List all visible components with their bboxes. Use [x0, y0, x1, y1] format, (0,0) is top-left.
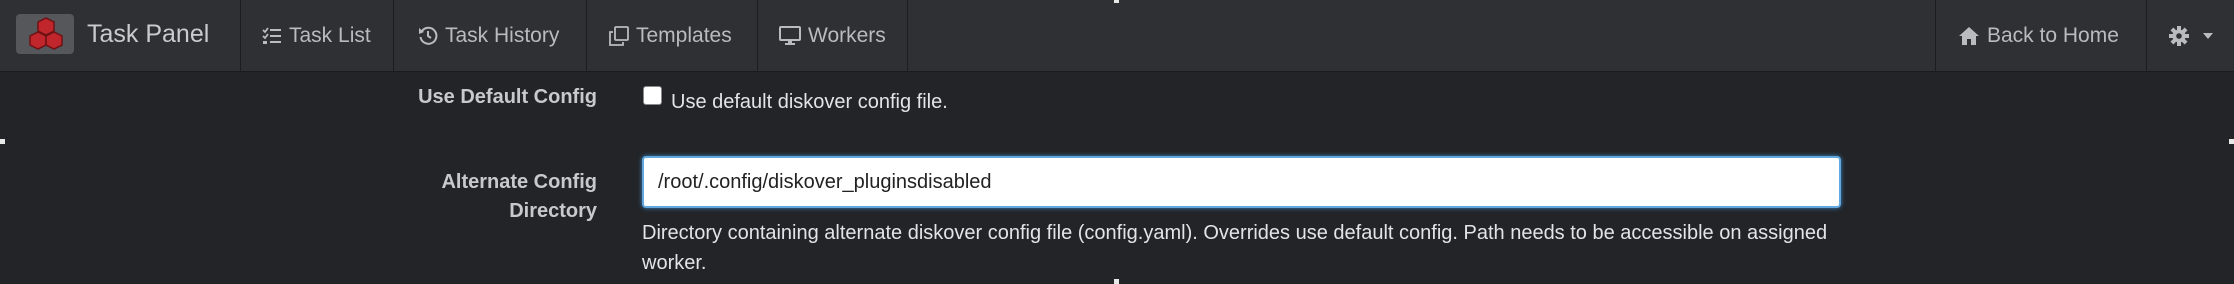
desktop-icon [779, 26, 801, 45]
nav-item-task-history[interactable]: Task History [418, 0, 559, 72]
use-default-config-checkbox[interactable] [643, 86, 662, 105]
nav-item-task-list[interactable]: Task List [262, 0, 371, 72]
history-icon [419, 26, 438, 45]
window-resize-handle[interactable] [0, 139, 5, 144]
nav-item-label: Task List [289, 24, 371, 47]
settings-form: Use Default Config Use default diskover … [0, 72, 2234, 282]
nav-item-label: Task History [445, 24, 560, 47]
back-to-home-link[interactable]: Back to Home [1958, 0, 2119, 72]
gear-icon [2169, 26, 2189, 46]
window-resize-handle[interactable] [1114, 0, 1119, 3]
nav-item-templates[interactable]: Templates [609, 0, 732, 72]
nav-item-label: Templates [636, 24, 732, 47]
alt-config-dir-label-line2: Directory [509, 200, 597, 222]
back-to-home-label: Back to Home [1987, 24, 2119, 47]
alt-config-dir-input[interactable] [642, 156, 1841, 208]
alt-config-dir-help: Directory containing alternate diskover … [642, 222, 1828, 274]
top-navbar: Task Panel Task List Task History Templa… [0, 0, 2234, 72]
clone-icon [609, 26, 629, 46]
alt-config-dir-label: Alternate Config Directory [300, 168, 597, 226]
home-icon [1959, 27, 1979, 45]
brand-title: Task Panel [87, 20, 210, 48]
nav-item-workers[interactable]: Workers [779, 0, 886, 72]
cubes-logo-icon [16, 14, 74, 54]
use-default-config-checkbox-label[interactable]: Use default diskover config file. [671, 91, 948, 114]
nav-item-label: Workers [808, 24, 886, 47]
brand[interactable]: Task Panel [0, 0, 240, 72]
use-default-config-label: Use Default Config [418, 86, 597, 108]
settings-dropdown[interactable] [2168, 0, 2220, 72]
alt-config-dir-label-line1: Alternate Config [441, 171, 597, 193]
caret-down-icon [2203, 33, 2213, 39]
tasks-icon [262, 27, 281, 44]
window-resize-handle[interactable] [2229, 139, 2234, 144]
